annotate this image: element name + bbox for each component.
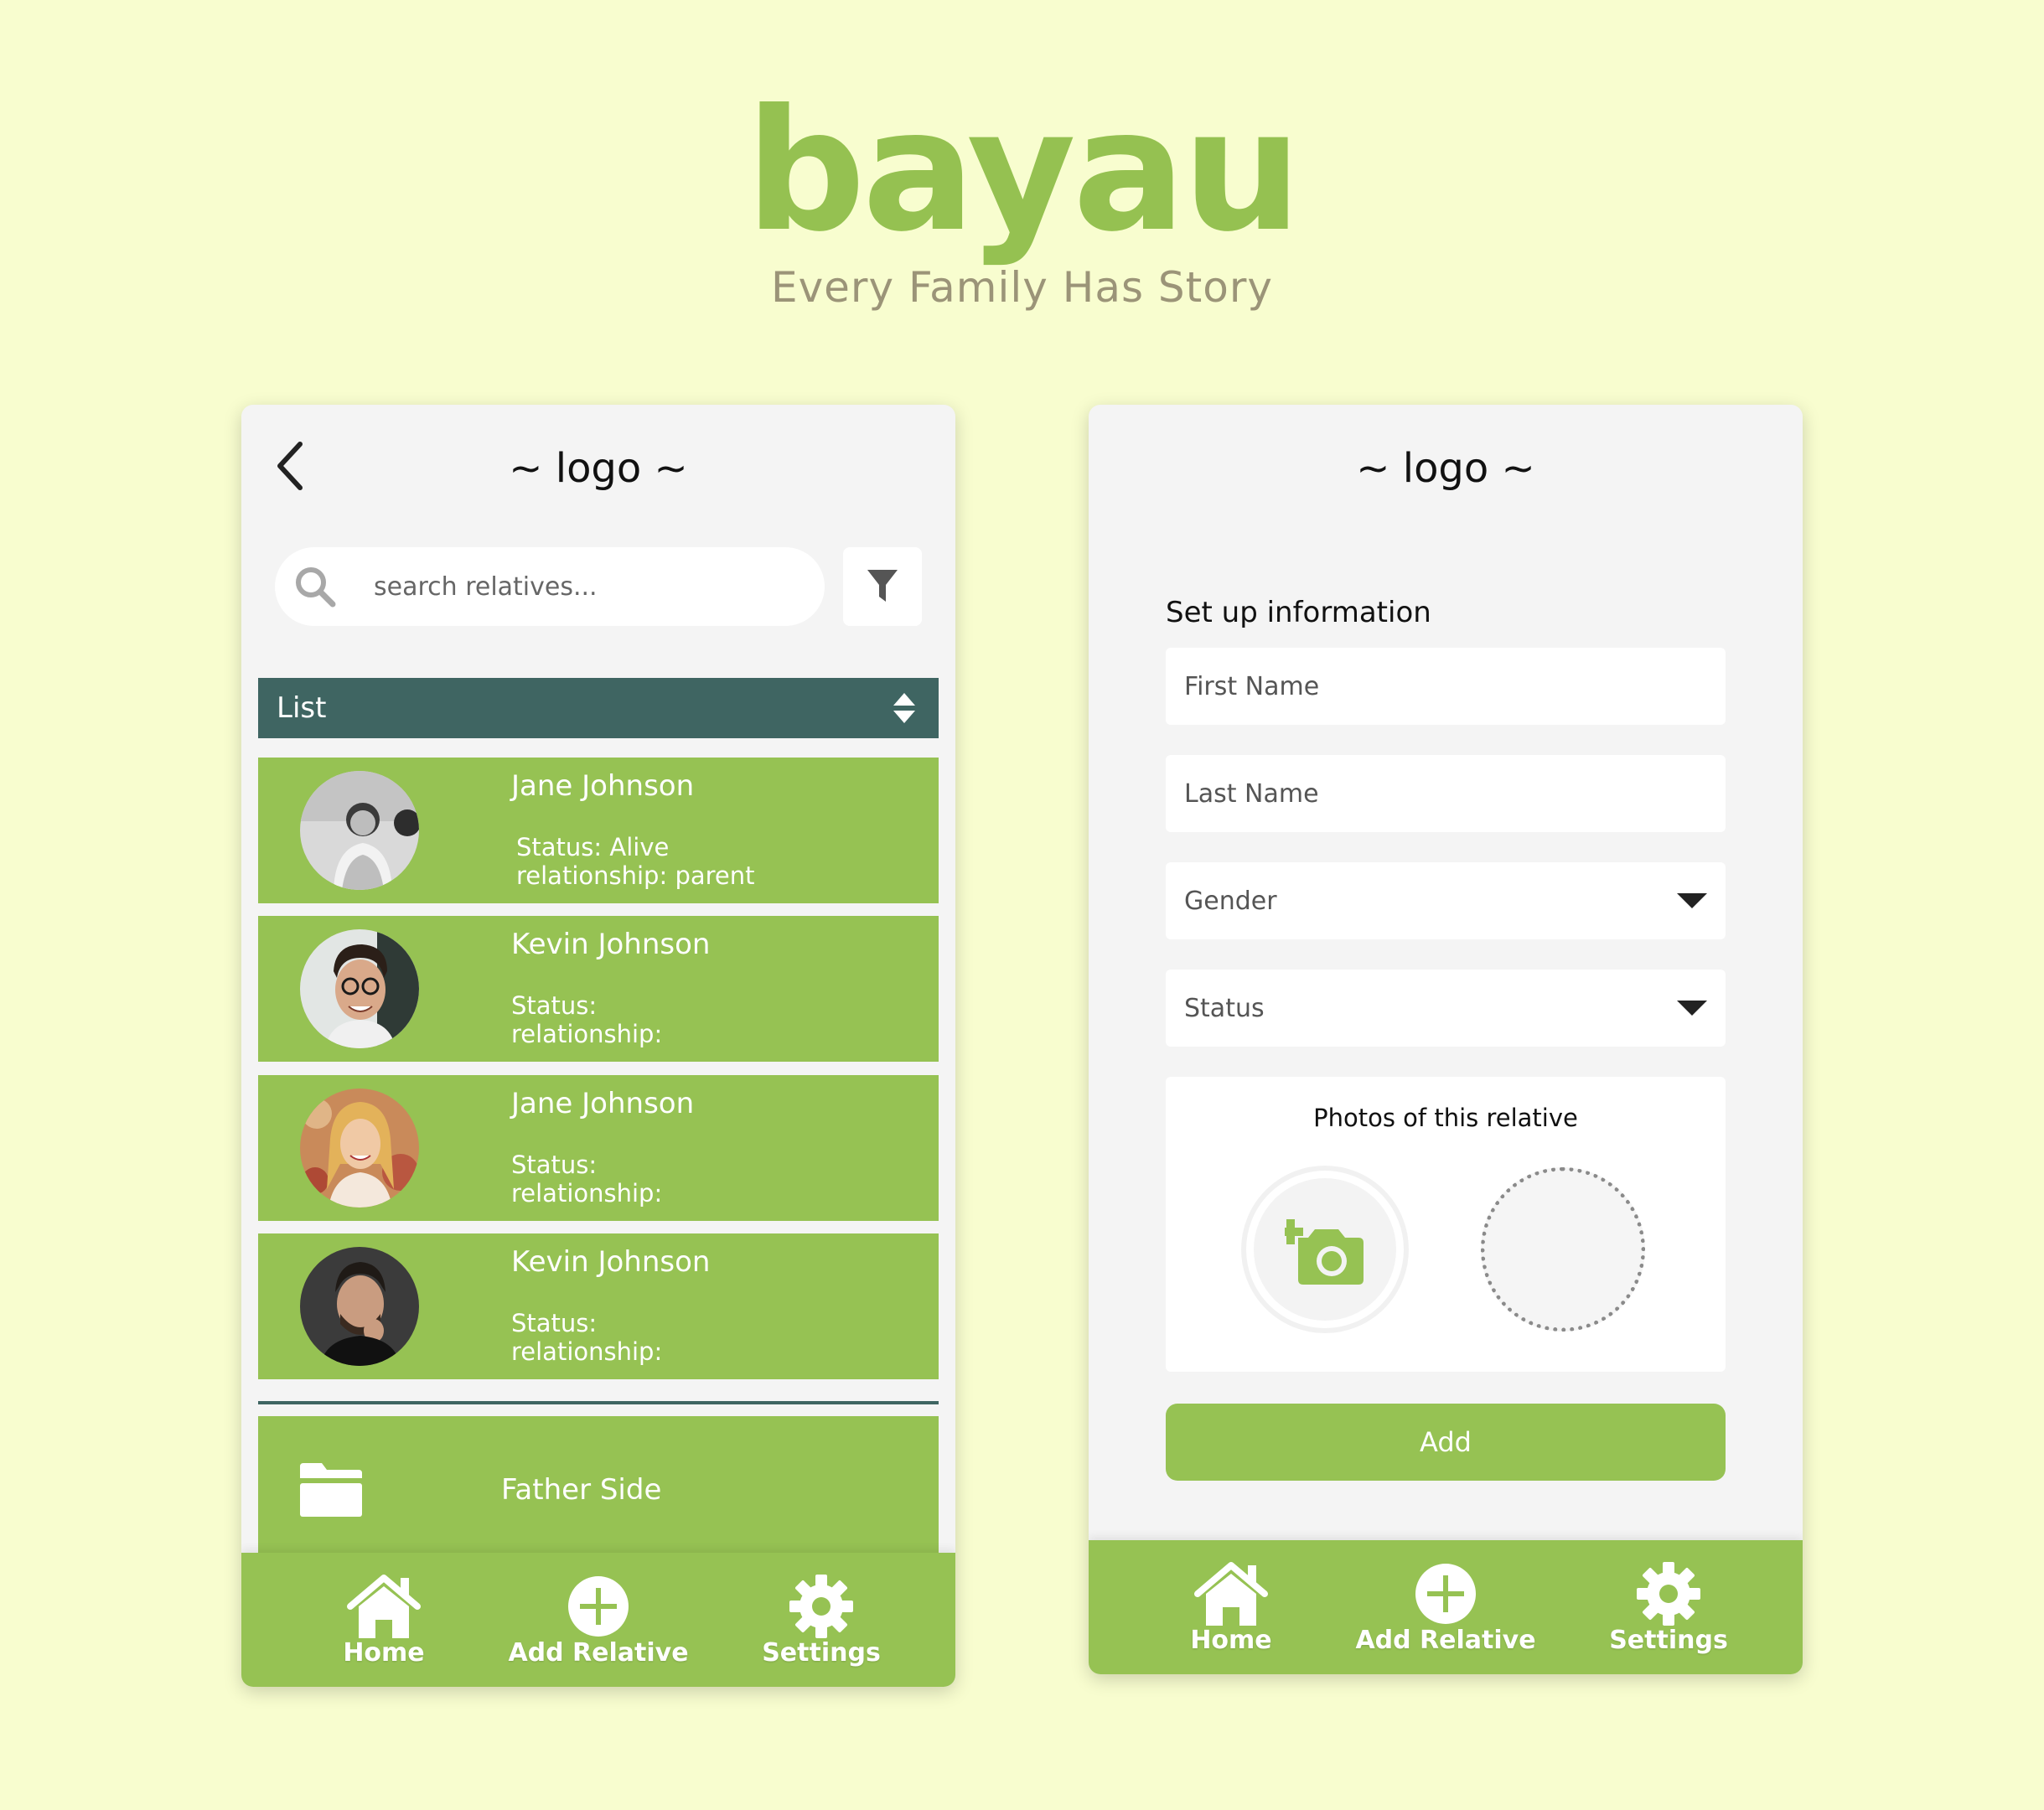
nav-add-relative[interactable]: Add Relative	[1345, 1540, 1546, 1674]
nav-home-label: Home	[1190, 1625, 1272, 1655]
brand-logo: bayau	[745, 74, 1302, 269]
photos-panel: Photos of this relative	[1166, 1077, 1726, 1372]
search-input[interactable]	[374, 571, 776, 602]
avatar	[300, 1247, 419, 1366]
brand-tagline: Every Family Has Story	[770, 263, 1274, 312]
filter-button[interactable]	[843, 547, 922, 626]
relative-name: Jane Johnson	[511, 1087, 695, 1120]
relative-name: Kevin Johnson	[511, 928, 711, 961]
nav-settings[interactable]: Settings	[721, 1553, 922, 1687]
folder-icon	[300, 1463, 362, 1517]
relative-name: Kevin Johnson	[511, 1245, 711, 1279]
avatar	[300, 771, 419, 890]
photo-slot-empty[interactable]	[1481, 1167, 1645, 1332]
relative-name: Jane Johnson	[511, 769, 695, 803]
app-logo-placeholder: ~ logo ~	[509, 445, 688, 492]
app-logo-placeholder: ~ logo ~	[1356, 445, 1535, 492]
gear-icon	[789, 1574, 853, 1638]
gear-icon	[1637, 1561, 1700, 1626]
add-circle-icon	[1415, 1563, 1476, 1624]
add-photo-icon	[1285, 1219, 1364, 1285]
brand-header: bayau Every Family Has Story	[0, 74, 2044, 313]
relative-status: Status: Alive	[516, 833, 670, 861]
nav-settings[interactable]: Settings	[1568, 1540, 1769, 1674]
list-header-label: List	[277, 691, 327, 725]
relative-status: Status:	[511, 1151, 598, 1179]
list-header[interactable]: List	[258, 678, 939, 738]
last-name-input[interactable]	[1184, 778, 1707, 809]
nav-add-relative-label: Add Relative	[508, 1637, 689, 1668]
nav-home-label: Home	[343, 1637, 425, 1668]
relative-card[interactable]: Jane Johnson Status: relationship:	[258, 1075, 939, 1221]
add-photo-button[interactable]	[1241, 1166, 1409, 1333]
relative-card[interactable]: Kevin Johnson Status: relationship:	[258, 1233, 939, 1379]
chevron-down-icon	[1677, 1001, 1707, 1016]
relatives-list-screen: ~ logo ~ List	[241, 405, 955, 1687]
first-name-input[interactable]	[1184, 671, 1707, 701]
relative-status: Status:	[511, 991, 598, 1020]
avatar	[300, 929, 419, 1048]
chevron-down-icon	[1677, 893, 1707, 908]
filter-icon	[867, 570, 898, 602]
status-select[interactable]: Status	[1166, 970, 1726, 1047]
relative-relationship: relationship:	[511, 1020, 663, 1048]
bottom-nav: Home Add Relative Settings	[241, 1553, 955, 1687]
gender-select[interactable]: Gender	[1166, 862, 1726, 939]
relative-relationship: relationship: parent	[516, 861, 755, 890]
sort-icon[interactable]	[892, 691, 917, 725]
add-button[interactable]: Add	[1166, 1404, 1726, 1481]
relative-card[interactable]: Jane Johnson Status: Alive relationship:…	[258, 758, 939, 903]
nav-add-relative[interactable]: Add Relative	[498, 1553, 699, 1687]
photos-title: Photos of this relative	[1313, 1104, 1578, 1132]
nav-home[interactable]: Home	[1131, 1540, 1332, 1674]
search-bar[interactable]	[275, 547, 825, 626]
relative-card[interactable]: Kevin Johnson Status: relationship:	[258, 916, 939, 1062]
avatar	[300, 1089, 419, 1208]
add-circle-icon	[568, 1575, 629, 1637]
relative-status: Status:	[511, 1309, 598, 1337]
search-icon	[296, 567, 336, 608]
first-name-field[interactable]	[1166, 648, 1726, 725]
nav-home[interactable]: Home	[283, 1553, 484, 1687]
gender-select-label: Gender	[1184, 886, 1277, 916]
last-name-field[interactable]	[1166, 755, 1726, 832]
home-icon	[1194, 1561, 1268, 1626]
form-title: Set up information	[1166, 596, 1431, 629]
folder-label: Father Side	[501, 1473, 662, 1507]
divider	[258, 1401, 939, 1404]
nav-settings-label: Settings	[1609, 1625, 1728, 1655]
add-relative-screen: ~ logo ~ Set up information Gender Statu…	[1089, 405, 1803, 1674]
status-select-label: Status	[1184, 993, 1265, 1023]
nav-settings-label: Settings	[762, 1637, 881, 1668]
relative-relationship: relationship:	[511, 1179, 663, 1208]
nav-add-relative-label: Add Relative	[1355, 1625, 1536, 1655]
home-icon	[347, 1574, 421, 1638]
relative-relationship: relationship:	[511, 1337, 663, 1366]
bottom-nav: Home Add Relative Settings	[1089, 1540, 1803, 1674]
